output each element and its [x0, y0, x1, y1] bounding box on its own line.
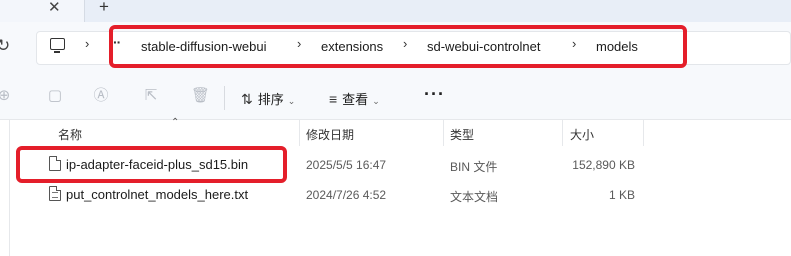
sort-button[interactable]: ⇅ 排序 ⌄ — [241, 89, 295, 108]
file-highlight-box — [16, 146, 287, 183]
view-button[interactable]: ≡ 查看 ⌄ — [329, 89, 380, 108]
text-file-icon — [49, 186, 61, 201]
file-type: BIN 文件 — [450, 160, 498, 174]
paste-icon[interactable]: ▢ — [47, 88, 63, 104]
sort-ascending-icon: ⌃ — [171, 117, 180, 128]
chevron-right-icon[interactable]: › — [85, 36, 89, 51]
tab-current[interactable]: ✕ — [0, 0, 85, 22]
file-size: 1 KB — [608, 188, 635, 202]
sort-label: 排序 — [257, 92, 284, 107]
command-bar: ⊕ ▢ Ⓐ ⇱ 🗑 ⇅ 排序 ⌄ ≡ 查看 ⌄ ··· — [0, 76, 791, 120]
file-type: 文本文档 — [450, 190, 499, 204]
more-options-icon[interactable]: ··· — [424, 84, 445, 105]
share-icon[interactable]: ⇱ — [143, 88, 159, 104]
file-modified: 2024/7/26 4:52 — [306, 188, 387, 202]
file-modified: 2025/5/5 16:47 — [306, 158, 387, 172]
column-header-name[interactable]: 名称 — [58, 126, 82, 143]
this-pc-icon[interactable] — [50, 38, 65, 53]
view-icon: ≡ — [329, 91, 338, 107]
view-label: 查看 — [342, 92, 369, 107]
column-header-size[interactable]: 大小 — [570, 126, 594, 143]
navigation-pane-edge — [0, 120, 10, 256]
file-name[interactable]: put_controlnet_models_here.txt — [66, 187, 248, 202]
new-icon[interactable]: ⊕ — [0, 88, 12, 104]
toolbar-divider — [224, 86, 225, 110]
column-divider[interactable] — [443, 120, 444, 146]
tab-strip: ✕ + — [0, 0, 791, 22]
refresh-icon[interactable]: ↻ — [0, 36, 10, 56]
column-divider[interactable] — [643, 120, 644, 146]
column-header-modified[interactable]: 修改日期 — [306, 126, 354, 143]
file-size: 152,890 KB — [572, 158, 635, 172]
file-explorer-window: ✕ + ↻ › ·· stable-diffusion-webui › exte… — [0, 0, 791, 256]
column-header-type[interactable]: 类型 — [450, 126, 474, 143]
rename-icon[interactable]: Ⓐ — [93, 88, 109, 104]
sort-icon: ⇅ — [241, 91, 253, 107]
column-divider[interactable] — [299, 120, 300, 146]
close-tab-icon[interactable]: ✕ — [48, 0, 61, 16]
delete-icon[interactable]: 🗑 — [191, 88, 210, 104]
breadcrumb-highlight-box — [109, 25, 687, 68]
chevron-down-icon: ⌄ — [287, 96, 296, 106]
text-lines-icon — [52, 192, 58, 198]
column-divider[interactable] — [562, 120, 563, 146]
new-tab-icon[interactable]: + — [99, 0, 109, 17]
chevron-down-icon: ⌄ — [372, 96, 380, 106]
